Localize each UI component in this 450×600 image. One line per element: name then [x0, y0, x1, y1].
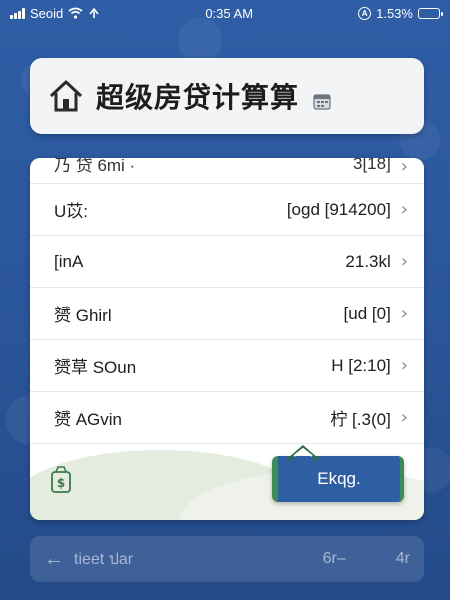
row-value-group: [ogd [914200] ›	[287, 200, 408, 220]
signal-icon	[10, 7, 25, 19]
hotspot-icon	[89, 7, 99, 18]
row-value: 21.3kl	[345, 251, 391, 271]
chevron-right-icon: ›	[400, 158, 408, 177]
list-row[interactable]: U苡: [ogd [914200] ›	[30, 184, 424, 236]
roof-icon	[287, 445, 319, 462]
calculate-button[interactable]: Ekqg.	[272, 445, 404, 502]
battery-percent: 1.53%	[376, 5, 413, 21]
calendar-icon	[313, 94, 331, 110]
list-row[interactable]: [inA 21.3kl ›	[30, 236, 424, 288]
bottom-bar-value: 6r–	[322, 550, 346, 567]
bottom-bar-action[interactable]: 4r	[396, 550, 410, 568]
row-value: 3[18]	[352, 158, 391, 173]
row-value: [ogd [914200]	[286, 199, 391, 219]
list-row[interactable]: 赟草 SOun H [2:10] ›	[30, 340, 424, 392]
row-label: 赟 AGvin	[54, 410, 123, 429]
row-label: [inA	[54, 251, 84, 271]
row-label: U苡:	[54, 202, 88, 221]
wifi-icon	[68, 7, 83, 19]
bottom-bar-label[interactable]: tieet ปar	[74, 547, 313, 572]
row-label: 赟 Ghirl	[54, 306, 112, 325]
page-title: 超级房贷计算算	[96, 81, 300, 114]
chevron-right-icon: ›	[400, 354, 408, 376]
row-label: 赟草 SOun	[54, 358, 137, 377]
carrier-name: Seoid	[30, 5, 64, 21]
bottom-nav-bar: ← tieet ปar 6r– 4r	[30, 536, 424, 582]
card-footer: $ Ekqg.	[30, 438, 424, 520]
list-row[interactable]: 乃 贷 6mi · 3[18] ›	[30, 158, 424, 184]
calculate-button-label: Ekqg.	[317, 469, 361, 488]
chevron-right-icon: ›	[400, 198, 408, 220]
input-list-card: 乃 贷 6mi · 3[18] › U苡: [ogd [914200] › [i…	[30, 158, 424, 520]
header-card: 超级房贷计算算	[30, 58, 424, 134]
home-icon	[49, 80, 83, 112]
row-value-group: H [2:10] ›	[331, 356, 408, 376]
chevron-right-icon: ›	[400, 250, 408, 272]
money-bag-icon[interactable]: $	[50, 466, 72, 494]
row-value-group: 21.3kl ›	[345, 252, 408, 272]
list-row[interactable]: 赟 Ghirl [ud [0] ›	[30, 288, 424, 340]
row-value-group: 3[18] ›	[353, 158, 408, 176]
status-bar: Seoid 0:35 AM A 1.53%	[0, 0, 450, 26]
row-label: 乃 贷 6mi ·	[54, 158, 136, 175]
chevron-right-icon: ›	[400, 302, 408, 324]
battery-icon	[417, 7, 443, 19]
list-row[interactable]: 赟 AGvin 柠 [.3(0] ›	[30, 392, 424, 444]
status-right: A 1.53%	[358, 5, 443, 21]
row-value-group: 柠 [.3(0] ›	[330, 405, 408, 430]
row-value: 柠 [.3(0]	[330, 410, 391, 429]
chevron-right-icon: ›	[400, 406, 408, 428]
row-value-group: [ud [0] ›	[344, 304, 408, 324]
row-value: H [2:10]	[331, 355, 391, 375]
status-left: Seoid	[10, 6, 100, 21]
back-arrow-icon[interactable]: ←	[44, 548, 64, 571]
row-value: [ud [0]	[343, 303, 391, 323]
svg-text:$: $	[57, 476, 65, 490]
alarm-icon: A	[358, 6, 372, 20]
status-time: 0:35 AM	[205, 5, 254, 21]
